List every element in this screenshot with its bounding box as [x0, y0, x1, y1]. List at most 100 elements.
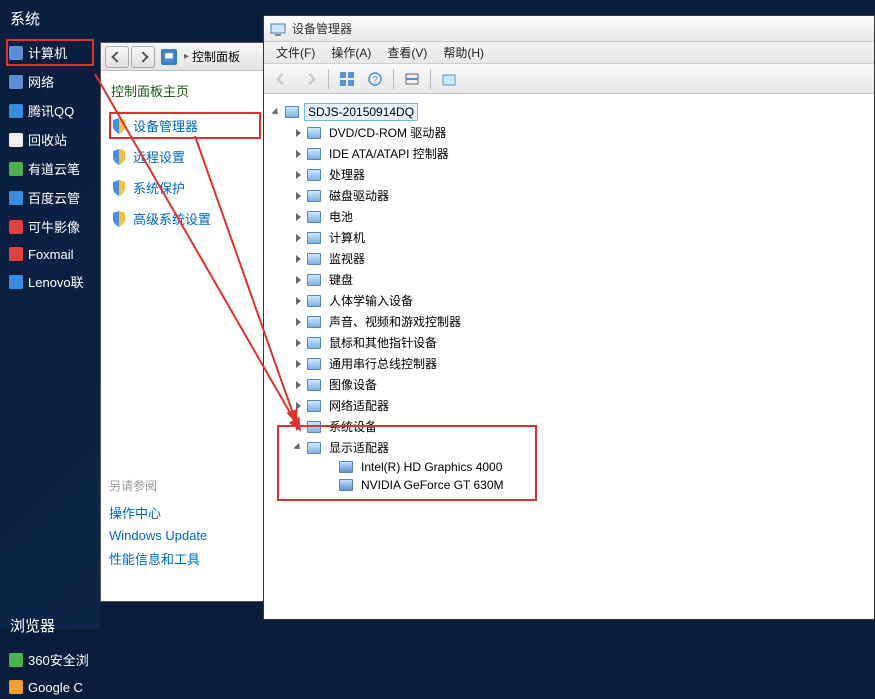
shield-icon: [111, 149, 127, 165]
tree-category[interactable]: 网络适配器: [270, 395, 868, 416]
menu-item[interactable]: 文件(F): [268, 42, 323, 63]
expand-toggle[interactable]: [292, 400, 304, 412]
desktop-item-chrome[interactable]: Google C: [6, 675, 94, 699]
toolbar-back-button[interactable]: [270, 68, 294, 90]
toolbar-help-button[interactable]: ?: [363, 68, 387, 90]
desktop-item-network[interactable]: 网络: [6, 68, 94, 95]
tree-category[interactable]: 处理器: [270, 164, 868, 185]
toolbar-scan-button[interactable]: [400, 68, 424, 90]
expand-toggle[interactable]: [292, 337, 304, 349]
menu-item[interactable]: 查看(V): [379, 42, 435, 63]
expand-toggle[interactable]: [292, 148, 304, 160]
control-panel-link[interactable]: 高级系统设置: [109, 205, 261, 232]
desktop-item-qq[interactable]: 腾讯QQ: [6, 97, 94, 124]
desktop-item-lenovo[interactable]: Lenovo联: [6, 268, 94, 295]
control-panel-link[interactable]: 设备管理器: [109, 112, 261, 139]
desktop-item-keniu[interactable]: 可牛影像: [6, 213, 94, 240]
desktop-item-baidu[interactable]: 百度云管: [6, 184, 94, 211]
tree-root[interactable]: SDJS-20150914DQ: [270, 102, 868, 122]
arrow-right-icon: [137, 51, 148, 62]
device-category-icon: [306, 293, 322, 309]
expand-toggle[interactable]: [292, 379, 304, 391]
device-manager-titlebar[interactable]: 设备管理器: [264, 16, 874, 42]
tree-category[interactable]: DVD/CD-ROM 驱动器: [270, 122, 868, 143]
expand-toggle[interactable]: [270, 106, 282, 118]
device-manager-title: 设备管理器: [292, 20, 352, 37]
tree-category[interactable]: 图像设备: [270, 374, 868, 395]
tree-category[interactable]: 鼠标和其他指针设备: [270, 332, 868, 353]
expand-toggle[interactable]: [292, 295, 304, 307]
desktop-item-label: 网络: [28, 72, 54, 91]
tree-category[interactable]: 声音、视频和游戏控制器: [270, 311, 868, 332]
control-panel-link[interactable]: 远程设置: [109, 143, 261, 170]
control-panel-navbar: ▸ 控制面板: [101, 43, 269, 71]
expand-toggle[interactable]: [292, 169, 304, 181]
device-category-icon: [306, 230, 322, 246]
tree-category[interactable]: 监视器: [270, 248, 868, 269]
expand-toggle[interactable]: [292, 442, 304, 454]
expand-toggle[interactable]: [292, 274, 304, 286]
toolbar-forward-button[interactable]: [298, 68, 322, 90]
shield-icon: [111, 180, 127, 196]
expand-toggle[interactable]: [292, 421, 304, 433]
expand-toggle[interactable]: [292, 358, 304, 370]
see-also-title: 另请参阅: [109, 477, 207, 494]
desktop-sidebar: 系统 计算机网络腾讯QQ 回收站有道云笔百度云管可牛影像FoxmailLenovo…: [0, 0, 100, 629]
tree-category[interactable]: 通用串行总线控制器: [270, 353, 868, 374]
youdao-icon: [8, 161, 24, 177]
desktop-item-computer[interactable]: 计算机: [6, 39, 94, 66]
arrow-left-icon: [111, 51, 122, 62]
tree-category[interactable]: 电池: [270, 206, 868, 227]
tree-category[interactable]: 磁盘驱动器: [270, 185, 868, 206]
toolbar-properties-button[interactable]: [437, 68, 461, 90]
control-panel-icon: [161, 49, 177, 65]
menu-item[interactable]: 帮助(H): [435, 42, 492, 63]
tree-category[interactable]: 计算机: [270, 227, 868, 248]
desktop-item-label: 腾讯QQ: [28, 101, 74, 120]
control-panel-link[interactable]: 系统保护: [109, 174, 261, 201]
tree-category[interactable]: 人体学输入设备: [270, 290, 868, 311]
baidu-icon: [8, 190, 24, 206]
tree-device[interactable]: Intel(R) HD Graphics 4000: [270, 458, 868, 476]
tree-category[interactable]: 键盘: [270, 269, 868, 290]
expand-toggle[interactable]: [292, 190, 304, 202]
breadcrumb[interactable]: ▸ 控制面板: [157, 48, 265, 65]
device-manager-icon: [270, 21, 286, 37]
expand-toggle[interactable]: [292, 127, 304, 139]
desktop-item-youdao[interactable]: 有道云笔: [6, 155, 94, 182]
device-manager-tree[interactable]: SDJS-20150914DQ DVD/CD-ROM 驱动器 IDE ATA/ATA…: [264, 94, 874, 619]
network-icon: [8, 74, 24, 90]
expand-toggle[interactable]: [292, 211, 304, 223]
desktop-group-system-title: 系统: [6, 8, 94, 29]
computer-icon: [284, 104, 300, 120]
nav-back-button[interactable]: [105, 46, 129, 68]
expand-toggle[interactable]: [292, 232, 304, 244]
device-category-icon: [306, 377, 322, 393]
control-panel-window: ▸ 控制面板 控制面板主页 设备管理器远程设置系统保护高级系统设置 另请参阅 操…: [100, 42, 270, 602]
desktop-item-recyclebin[interactable]: 回收站: [6, 126, 94, 153]
nav-forward-button[interactable]: [131, 46, 155, 68]
tree-category-label: DVD/CD-ROM 驱动器: [326, 123, 449, 142]
expand-toggle[interactable]: [292, 316, 304, 328]
desktop-item-label: 有道云笔: [28, 159, 80, 178]
tree-category-label: IDE ATA/ATAPI 控制器: [326, 144, 452, 163]
tree-category[interactable]: 显示适配器: [270, 437, 868, 458]
scan-icon: [405, 72, 419, 86]
see-also-link[interactable]: 操作中心: [109, 500, 207, 525]
tree-root-label: SDJS-20150914DQ: [304, 103, 418, 121]
tree-category[interactable]: 系统设备: [270, 416, 868, 437]
see-also-link[interactable]: Windows Update: [109, 525, 207, 546]
tree-category-label: 系统设备: [326, 417, 380, 436]
expand-toggle[interactable]: [292, 253, 304, 265]
shield-icon: [111, 211, 127, 227]
menu-item[interactable]: 操作(A): [323, 42, 379, 63]
tree-category[interactable]: IDE ATA/ATAPI 控制器: [270, 143, 868, 164]
expand-spacer: [324, 479, 336, 491]
see-also-link[interactable]: 性能信息和工具: [109, 546, 207, 571]
tree-device[interactable]: NVIDIA GeForce GT 630M: [270, 476, 868, 494]
device-category-icon: [306, 209, 322, 225]
desktop-item-foxmail[interactable]: Foxmail: [6, 242, 94, 266]
desktop-item-360[interactable]: 360安全浏: [6, 646, 94, 673]
toolbar-view-button[interactable]: [335, 68, 359, 90]
properties-icon: [442, 72, 456, 86]
